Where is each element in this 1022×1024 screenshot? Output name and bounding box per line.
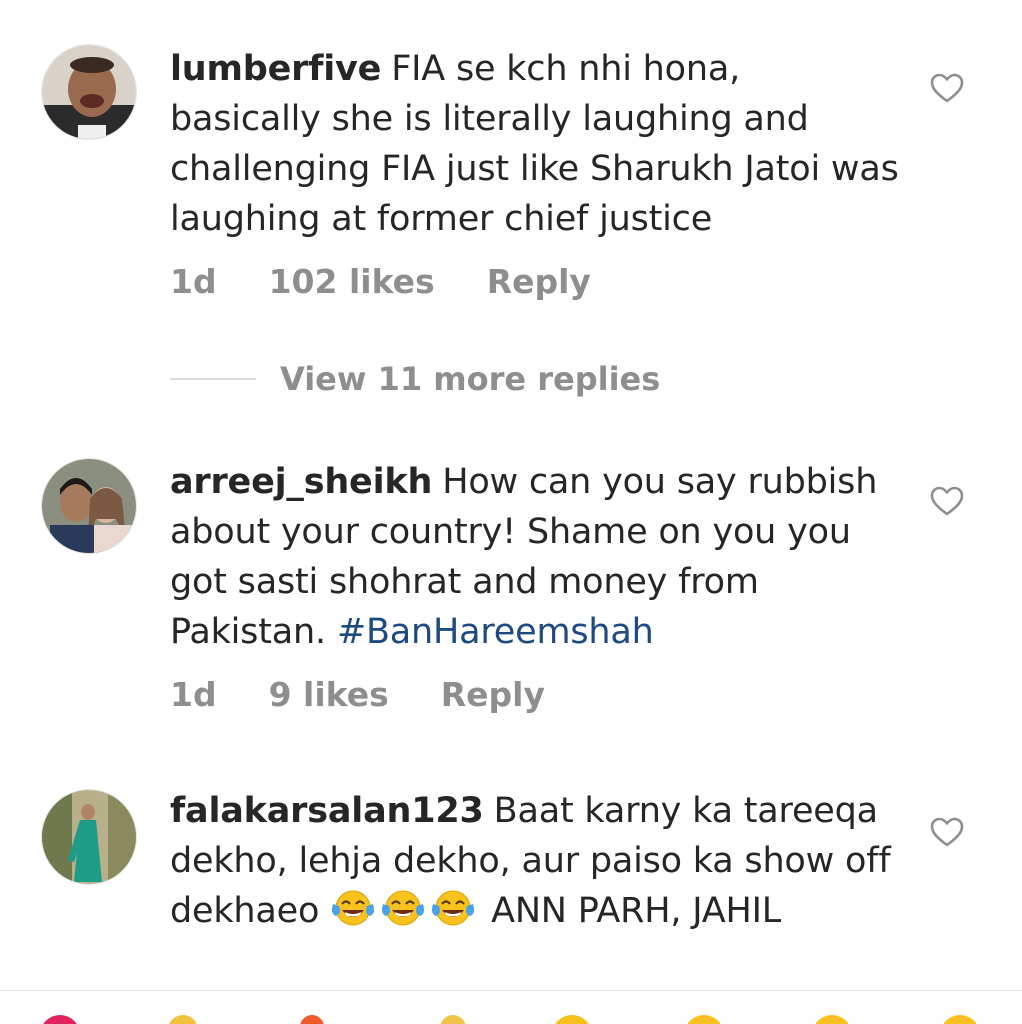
reply-button[interactable]: Reply — [487, 262, 591, 301]
replies-divider — [170, 378, 256, 380]
like-heart-icon[interactable] — [930, 485, 964, 517]
comment-text: arreej_sheikh How can you say rubbish abo… — [170, 457, 900, 657]
clap-reaction-icon[interactable] — [440, 1015, 466, 1024]
comment-meta: 1d 9 likes Reply — [170, 675, 597, 715]
surprised-face-reaction-icon[interactable] — [812, 1015, 852, 1024]
face-with-tears-of-joy-icon — [382, 890, 425, 926]
avatar[interactable] — [41, 458, 137, 554]
comment-body-end: ANN PARH, JAHIL — [491, 891, 781, 931]
quick-reaction-bar — [0, 1003, 1022, 1024]
face-with-tears-of-joy-icon — [432, 890, 475, 926]
crying-face-reaction-icon[interactable] — [552, 1015, 592, 1024]
raised-hands-reaction-icon[interactable] — [168, 1015, 198, 1024]
comment-username[interactable]: falakarsalan123 — [170, 791, 484, 831]
view-replies-label[interactable]: View 11 more replies — [280, 360, 660, 398]
comment-username[interactable]: lumberfive — [170, 49, 381, 89]
hashtag-link[interactable]: #BanHareemshah — [337, 612, 654, 652]
heart-eyes-reaction-icon[interactable] — [684, 1015, 724, 1024]
like-heart-icon[interactable] — [930, 72, 964, 104]
avatar-photo — [42, 790, 136, 884]
comment-likes[interactable]: 9 likes — [269, 675, 389, 714]
red-heart-reaction-icon[interactable] — [40, 1015, 80, 1024]
comment-text: lumberfive FIA se kch nhi hona, basically… — [170, 44, 900, 244]
comment-time: 1d — [170, 675, 217, 714]
avatar[interactable] — [41, 789, 137, 885]
laughing-face-reaction-icon[interactable] — [940, 1015, 980, 1024]
face-with-tears-of-joy-icon — [332, 890, 375, 926]
comment-text: falakarsalan123 Baat karny ka tareeqa dek… — [170, 786, 910, 936]
like-heart-icon[interactable] — [930, 816, 964, 848]
view-more-replies[interactable]: View 11 more replies — [170, 357, 660, 401]
avatar-photo — [42, 45, 136, 139]
emoji-bar-divider — [0, 990, 1022, 991]
fire-reaction-icon[interactable] — [300, 1015, 324, 1024]
avatar[interactable] — [41, 44, 137, 140]
avatar-photo — [42, 459, 136, 553]
reply-button[interactable]: Reply — [441, 675, 545, 714]
comment-meta: 1d 102 likes Reply — [170, 262, 643, 302]
comment-likes[interactable]: 102 likes — [269, 262, 435, 301]
comment-time: 1d — [170, 262, 217, 301]
comment-username[interactable]: arreej_sheikh — [170, 462, 432, 502]
